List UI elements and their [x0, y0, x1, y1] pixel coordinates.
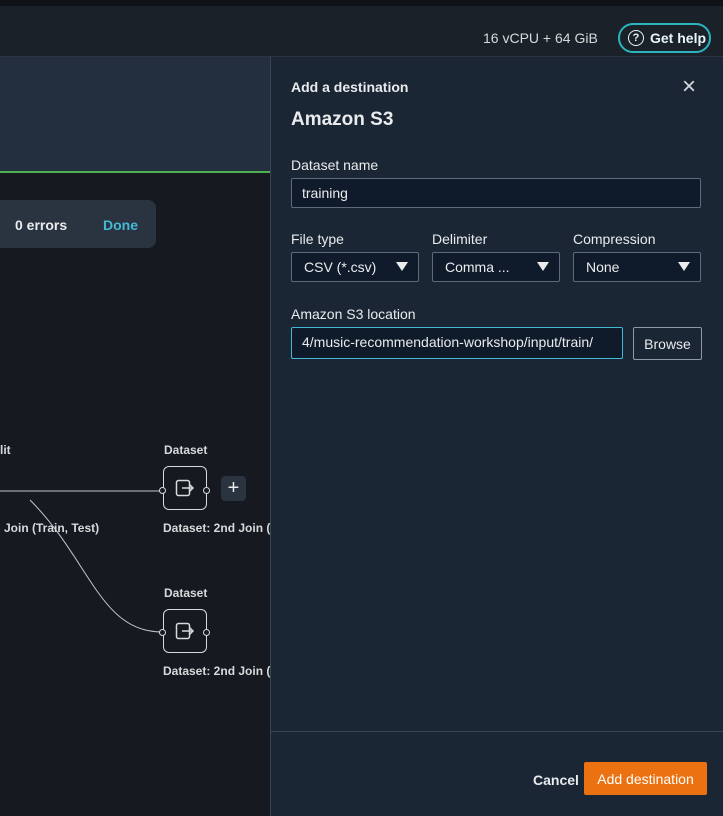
delimiter-label: Delimiter [432, 231, 488, 247]
panel-subtitle: Add a destination [291, 79, 409, 95]
edge-test [29, 499, 163, 633]
node-caption: Dataset: 2nd Join (T [163, 664, 278, 678]
delimiter-select[interactable]: Comma ... [432, 252, 560, 282]
close-icon[interactable]: × [679, 75, 699, 99]
s3-location-input[interactable]: 4/music-recommendation-workshop/input/tr… [291, 327, 623, 359]
file-type-value: CSV (*.csv) [304, 259, 377, 275]
input-port[interactable] [159, 629, 166, 636]
edge-label-join: Join (Train, Test) [4, 521, 100, 535]
instance-resources: 16 vCPU + 64 GiB [483, 30, 598, 46]
compression-value: None [586, 259, 620, 275]
delimiter-value: Comma ... [445, 259, 510, 275]
caret-down-icon [537, 262, 549, 271]
s3-location-label: Amazon S3 location [291, 306, 416, 322]
export-icon [175, 479, 195, 497]
output-port[interactable] [203, 487, 210, 494]
dataset-name-input[interactable]: training [291, 178, 701, 208]
get-help-label: Get help [650, 30, 707, 46]
compression-select[interactable]: None [573, 252, 701, 282]
dataset-name-label: Dataset name [291, 157, 379, 173]
node-caption: Dataset: 2nd Join (T [163, 521, 278, 535]
add-step-button[interactable]: + [221, 476, 246, 501]
caret-down-icon [396, 262, 408, 271]
input-port[interactable] [159, 487, 166, 494]
caret-down-icon [678, 262, 690, 271]
edge-label-split: lit [0, 443, 11, 457]
export-icon [175, 622, 195, 640]
node-header-dataset: Dataset [164, 586, 208, 600]
file-type-select[interactable]: CSV (*.csv) [291, 252, 419, 282]
dataset-node[interactable] [163, 609, 207, 653]
compression-label: Compression [573, 231, 656, 247]
flow-edges [0, 490, 163, 633]
help-icon: ? [628, 30, 644, 46]
panel-footer: Cancel Add destination [271, 731, 723, 816]
dataset-node[interactable] [163, 466, 207, 510]
file-type-label: File type [291, 231, 344, 247]
cancel-button[interactable]: Cancel [533, 772, 579, 788]
node-header-dataset: Dataset [164, 443, 208, 457]
get-help-button[interactable]: ? Get help [618, 23, 711, 53]
add-destination-button[interactable]: Add destination [584, 762, 707, 795]
panel-title: Amazon S3 [291, 109, 394, 130]
add-destination-panel: Add a destination Amazon S3 × Dataset na… [270, 57, 723, 816]
browse-button[interactable]: Browse [633, 327, 702, 360]
output-port[interactable] [203, 629, 210, 636]
